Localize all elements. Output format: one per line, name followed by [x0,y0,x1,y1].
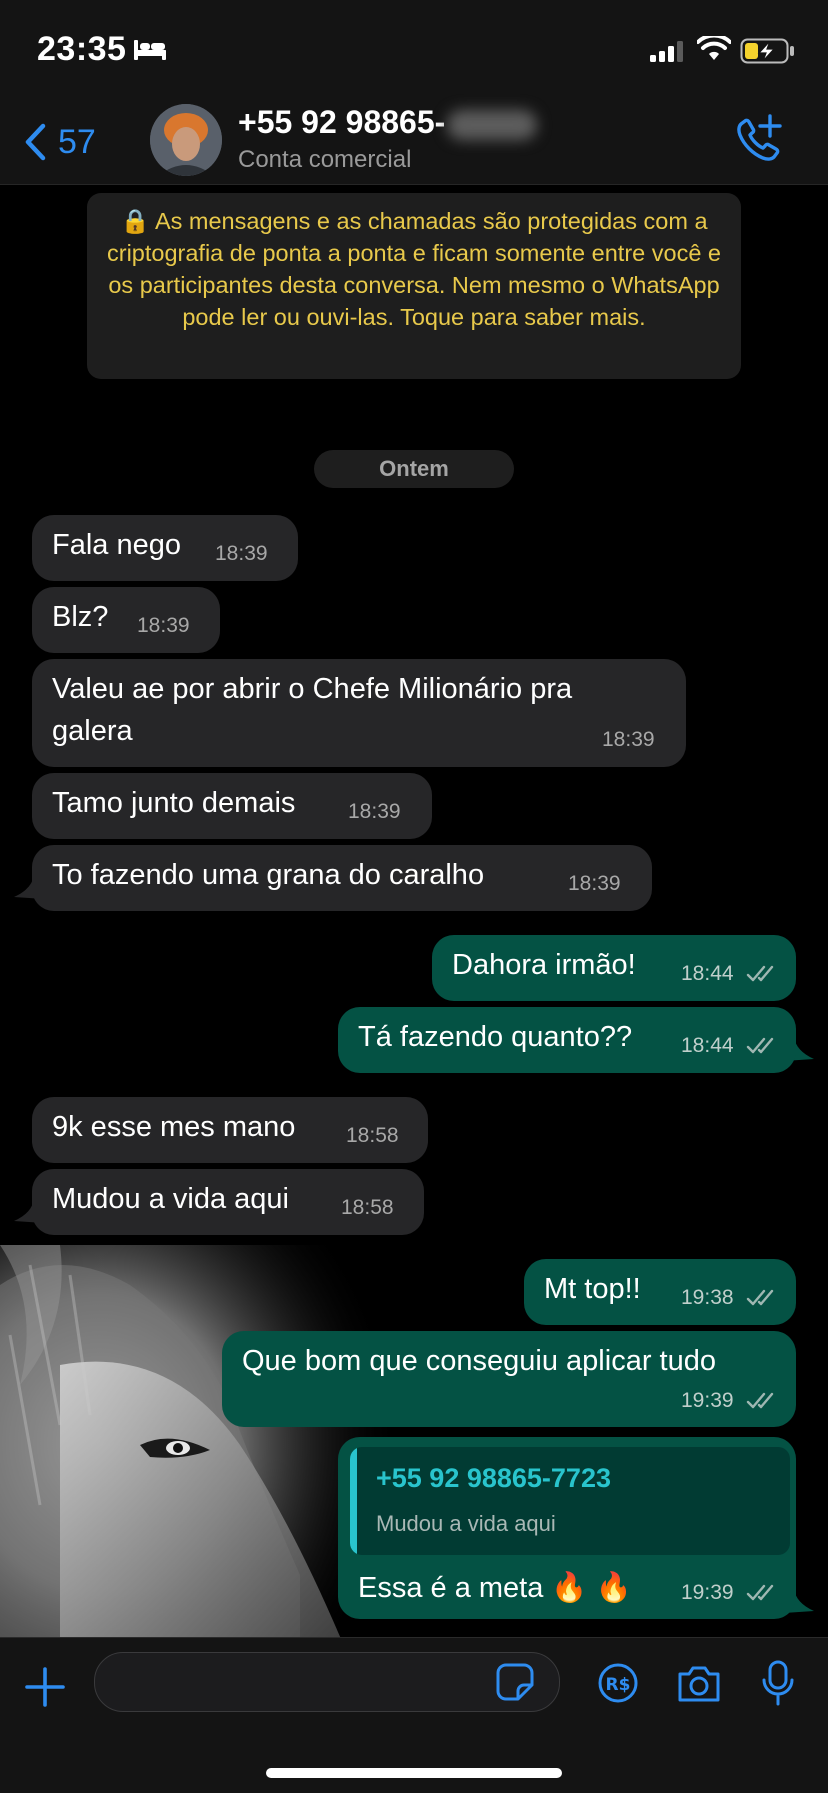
message-text: Blz? [52,601,109,633]
chat-header: 57 +55 92 98865- Conta comercial [0,96,828,185]
svg-text:R$: R$ [606,1675,631,1695]
date-divider: Ontem [314,450,514,488]
message-time: 18:44 [681,962,734,985]
message-text: Que bom que conseguiu aplicar tudo [242,1345,716,1377]
read-ticks-icon [746,1584,774,1601]
message-time: 18:44 [681,1034,734,1057]
message-input[interactable] [94,1652,560,1712]
message-text: Dahora irmão! [452,949,636,981]
message-incoming[interactable]: Fala nego 18:39 [32,515,298,581]
message-outgoing[interactable]: Dahora irmão! 18:44 [432,935,796,1001]
message-incoming[interactable]: Tamo junto demais 18:39 [32,773,432,839]
message-outgoing[interactable]: Mt top!! 19:38 [524,1259,796,1325]
message-text: Valeu ae por abrir o Chefe Milionário pr… [52,673,573,705]
avatar[interactable] [150,104,222,176]
sticker-icon[interactable] [496,1663,534,1701]
quoted-message[interactable]: +55 92 98865-7723 Mudou a vida aqui [350,1447,790,1555]
chevron-left-icon [25,123,46,161]
message-time: 18:39 [215,542,268,565]
quote-accent-bar [350,1447,357,1555]
input-bar: R$ [0,1637,828,1793]
bed-icon [134,40,166,60]
contact-name[interactable]: +55 92 98865- [238,104,538,141]
wifi-icon [697,36,731,60]
message-text: Tá fazendo quanto?? [358,1021,633,1053]
quoted-text: Mudou a vida aqui [376,1511,556,1536]
message-time: 18:39 [602,728,655,751]
contact-number: +55 92 98865- [238,104,446,140]
message-time: 18:39 [568,872,621,895]
message-time: 18:39 [348,800,401,823]
message-time: 19:39 [681,1389,734,1412]
message-time: 18:58 [341,1196,394,1219]
read-ticks-icon [746,965,774,982]
status-time: 23:35 [37,30,127,68]
message-text: galera [52,715,133,747]
avatar-photo [150,104,222,176]
message-text: Tamo junto demais [52,787,296,819]
message-text: Mudou a vida aqui [52,1183,289,1215]
message-incoming[interactable]: 9k esse mes mano 18:58 [32,1097,428,1163]
pix-payment-icon[interactable]: R$ [597,1662,639,1704]
status-bar: 23:35 [0,0,828,96]
signal-icon [650,41,683,62]
message-incoming[interactable]: Mudou a vida aqui 18:58 [32,1169,424,1235]
message-outgoing[interactable]: Tá fazendo quanto?? 18:44 [338,1007,796,1073]
quoted-sender: +55 92 98865-7723 [376,1463,611,1493]
contact-subtitle: Conta comercial [238,146,412,173]
battery-charging-icon [740,38,794,64]
microphone-icon[interactable] [760,1660,796,1706]
message-time: 18:58 [346,1124,399,1147]
message-text: To fazendo uma grana do caralho [52,859,485,891]
message-incoming[interactable]: To fazendo uma grana do caralho 18:39 [32,845,652,911]
back-button[interactable]: 57 [24,120,114,164]
plus-icon[interactable] [24,1666,66,1708]
read-ticks-icon [746,1392,774,1409]
message-text: Mt top!! [544,1273,641,1305]
message-time: 19:39 [681,1581,734,1604]
read-ticks-icon [746,1289,774,1306]
message-outgoing[interactable]: +55 92 98865-7723 Mudou a vida aqui Essa… [338,1437,796,1619]
message-incoming[interactable]: Blz? 18:39 [32,587,220,653]
message-incoming[interactable]: Valeu ae por abrir o Chefe Milionário pr… [32,659,686,767]
message-text: Essa é a meta 🔥 🔥 [358,1572,632,1604]
message-time: 18:39 [137,614,190,637]
camera-icon[interactable] [676,1664,722,1704]
home-indicator[interactable] [266,1768,562,1778]
encryption-notice[interactable]: 🔒 As mensagens e as chamadas são protegi… [87,193,741,379]
read-ticks-icon [746,1037,774,1054]
message-time: 19:38 [681,1286,734,1309]
redacted-number [447,109,538,140]
message-text: 9k esse mes mano [52,1111,296,1143]
message-outgoing[interactable]: Que bom que conseguiu aplicar tudo 19:39 [222,1331,796,1427]
message-text: Fala nego [52,529,181,561]
chat-area[interactable]: 🔒 As mensagens e as chamadas são protegi… [0,185,828,1637]
add-call-icon[interactable] [732,114,784,166]
unread-count: 57 [58,122,96,161]
